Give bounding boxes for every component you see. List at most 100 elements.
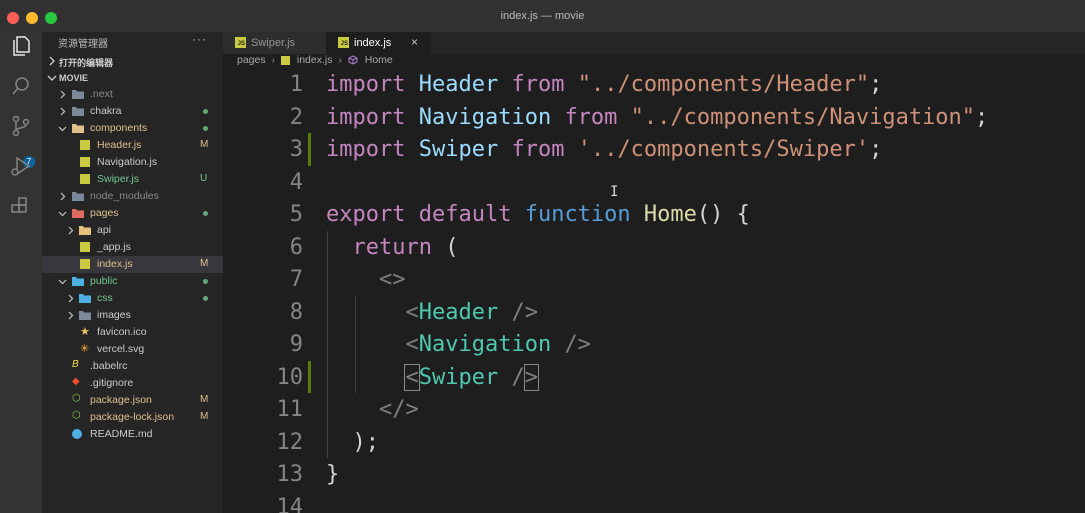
- code-token: Home: [643, 202, 697, 227]
- source-control-icon[interactable]: [9, 114, 33, 138]
- code-line[interactable]: 1 import Header from "../components/Heade…: [223, 68, 1085, 101]
- git-icon: ◆: [72, 376, 80, 387]
- code-text: <>: [326, 267, 406, 292]
- tree-folder[interactable]: chakra: [42, 103, 223, 120]
- project-section[interactable]: MOVIE: [42, 70, 223, 87]
- line-number: 14: [276, 494, 304, 513]
- code-token: <: [404, 363, 420, 391]
- code-line[interactable]: 4: [223, 166, 1085, 199]
- tree-file[interactable]: index.js M: [42, 256, 223, 273]
- code-line[interactable]: 5 export default function Home() {: [223, 198, 1085, 231]
- code-token: Header: [418, 72, 499, 97]
- git-added-marker: [308, 360, 311, 393]
- code-token: ;: [869, 72, 883, 97]
- line-number: 5: [289, 202, 303, 227]
- code-line[interactable]: 6 return (: [223, 230, 1085, 263]
- tree-folder[interactable]: images: [42, 307, 223, 324]
- git-added-marker: [308, 133, 311, 166]
- js-file-icon: JS: [338, 37, 349, 48]
- code-token: ;: [975, 104, 989, 130]
- tree-file[interactable]: ★ favicon.ico: [42, 324, 223, 341]
- breadcrumb-folder[interactable]: pages: [237, 54, 266, 66]
- code-line[interactable]: 13}: [223, 458, 1085, 491]
- tree-folder[interactable]: css: [42, 290, 223, 307]
- close-icon[interactable]: ×: [411, 35, 418, 49]
- tree-folder[interactable]: public: [42, 273, 223, 290]
- code-token: import: [326, 137, 406, 162]
- tree-file[interactable]: ⬡ package.json M: [42, 392, 223, 409]
- node-icon: ⬡: [72, 393, 81, 404]
- code-line[interactable]: 12 );: [223, 425, 1085, 458]
- tree-file[interactable]: Navigation.js: [42, 154, 223, 171]
- explorer-sidebar: 资源管理器 ··· 打开的编辑器 MOVIE .next chakra compon…: [42, 32, 223, 513]
- tree-item-label: node_modules: [90, 190, 159, 202]
- code-line[interactable]: 3 import Swiper from '../components/Swipe…: [223, 133, 1085, 166]
- chevron-right-icon: [68, 226, 74, 235]
- modified-dot: [203, 109, 208, 114]
- file-tree: .next chakra components Header.js M Navigatio…: [42, 86, 223, 443]
- tree-folder[interactable]: .next: [42, 86, 223, 103]
- run-debug-icon[interactable]: [9, 154, 33, 178]
- code-line[interactable]: 10 <Swiper />: [223, 360, 1085, 393]
- tree-file[interactable]: Header.js M: [42, 137, 223, 154]
- tab-index-js[interactable]: JS index.js ×: [326, 32, 430, 54]
- open-editors-label: 打开的编辑器: [59, 58, 114, 68]
- chevron-right-icon: [60, 90, 66, 99]
- code-token: () {: [696, 202, 750, 227]
- code-token: '../components/Swiper': [577, 137, 870, 162]
- tree-folder[interactable]: components: [42, 120, 223, 137]
- tree-item-label: Header.js: [97, 139, 142, 151]
- git-status-badge: U: [200, 173, 208, 184]
- tree-file[interactable]: ◆ .gitignore: [42, 375, 223, 392]
- js-file-icon: [280, 55, 290, 65]
- extensions-icon[interactable]: [9, 194, 33, 218]
- tree-file[interactable]: ✳ vercel.svg: [42, 341, 223, 358]
- tab-swiper-js[interactable]: JS Swiper.js: [223, 32, 326, 54]
- code-token: import: [326, 72, 406, 97]
- tree-file[interactable]: B .babelrc: [42, 358, 223, 375]
- tree-folder[interactable]: node_modules: [42, 188, 223, 205]
- tree-folder[interactable]: api: [42, 222, 223, 239]
- code-editor[interactable]: 1 import Header from "../components/Heade…: [223, 68, 1085, 513]
- folder-icon: [72, 209, 84, 218]
- folder-icon: [72, 192, 84, 201]
- chevron-down-icon: [58, 126, 67, 132]
- chevron-right-icon: [60, 192, 66, 201]
- tree-file[interactable]: README.md: [42, 426, 223, 443]
- more-actions-button[interactable]: ···: [192, 32, 207, 46]
- code-line[interactable]: 8 <Header />: [223, 295, 1085, 328]
- code-line[interactable]: 7 <>: [223, 263, 1085, 296]
- code-text: import Navigation from "../components/Na…: [326, 105, 988, 130]
- files-icon[interactable]: [9, 34, 33, 58]
- breadcrumb-symbol[interactable]: Home: [365, 54, 393, 66]
- code-line[interactable]: 11 </>: [223, 393, 1085, 426]
- js-file-icon: [80, 140, 90, 150]
- explorer-title: 资源管理器: [58, 39, 108, 50]
- code-token: default: [418, 202, 512, 227]
- code-token: ;: [869, 137, 883, 162]
- folder-icon: [72, 124, 84, 133]
- tree-file[interactable]: Swiper.js U: [42, 171, 223, 188]
- code-line[interactable]: 2 import Navigation from "../components/N…: [223, 101, 1085, 134]
- code-token: Header: [418, 299, 499, 325]
- tree-item-label: public: [90, 275, 118, 287]
- breadcrumb-file[interactable]: index.js: [297, 54, 333, 66]
- tree-file[interactable]: ⬡ package-lock.json M: [42, 409, 223, 426]
- tree-folder[interactable]: pages: [42, 205, 223, 222]
- code-line[interactable]: 14: [223, 491, 1085, 513]
- tree-item-label: package.json: [90, 394, 152, 406]
- open-editors-section[interactable]: 打开的编辑器: [42, 53, 223, 70]
- tree-item-label: Swiper.js: [97, 173, 140, 185]
- code-text: import Header from "../components/Header…: [326, 72, 882, 97]
- tree-file[interactable]: _app.js: [42, 239, 223, 256]
- search-icon[interactable]: [9, 74, 33, 98]
- code-text: </>: [326, 397, 419, 422]
- code-line[interactable]: 9 <Navigation />: [223, 328, 1085, 361]
